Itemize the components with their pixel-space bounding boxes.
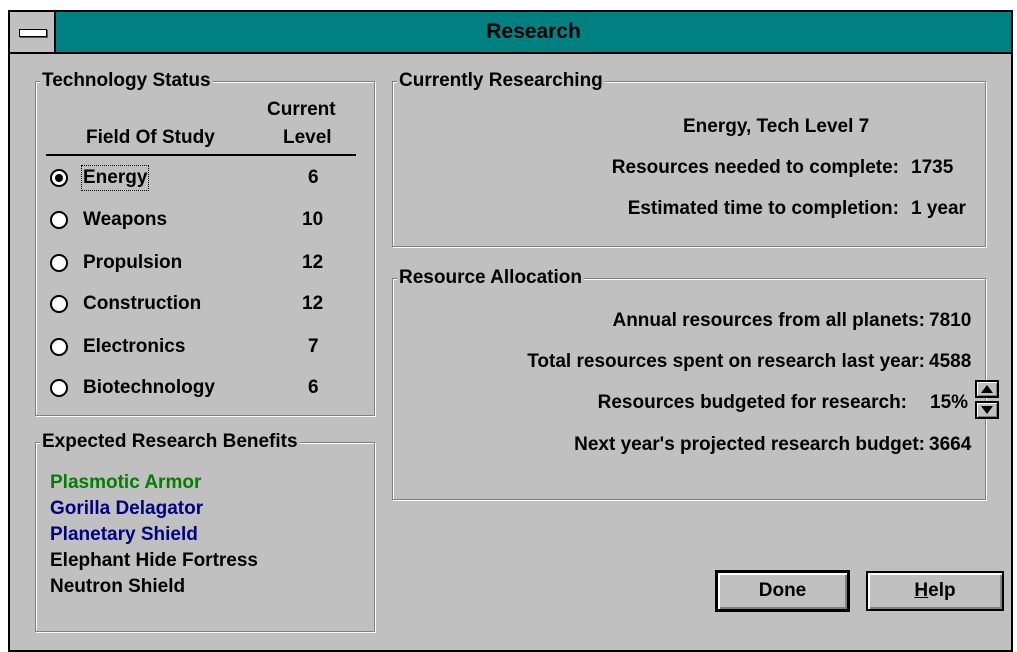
header-divider <box>46 154 356 156</box>
resources-needed-label: Resources needed to complete: <box>611 157 899 178</box>
projected-budget-label: Next year's projected research budget: <box>574 434 925 455</box>
budget-increase-button[interactable] <box>975 380 999 398</box>
help-button[interactable]: Help <box>866 571 1004 611</box>
arrow-down-icon <box>981 406 993 414</box>
budgeted-label: Resources budgeted for research: <box>597 392 907 413</box>
field-level-energy: 6 <box>308 167 319 188</box>
field-level-construction: 12 <box>302 293 324 314</box>
projected-budget-value: 3664 <box>929 434 972 455</box>
budget-decrease-button[interactable] <box>975 401 999 419</box>
radio-construction[interactable] <box>50 295 68 313</box>
done-button[interactable]: Done <box>715 570 850 612</box>
field-label-biotechnology: Biotechnology <box>83 377 215 398</box>
field-level-propulsion: 12 <box>302 252 324 273</box>
field-label-construction: Construction <box>83 293 202 314</box>
window-title: Research <box>486 20 581 43</box>
system-menu-button[interactable] <box>10 12 56 52</box>
field-of-study-header: Field Of Study <box>86 127 215 148</box>
help-label-rest: elp <box>928 580 956 601</box>
arrow-up-icon <box>981 385 993 393</box>
field-level-electronics: 7 <box>308 336 319 357</box>
radio-propulsion[interactable] <box>50 254 68 272</box>
estimated-time-label: Estimated time to completion: <box>627 198 899 219</box>
field-level-weapons: 10 <box>302 209 324 230</box>
title-bar: Research <box>10 12 1011 54</box>
field-row-energy[interactable]: Energy 6 <box>46 165 356 195</box>
estimated-time-value: 1 year <box>911 198 966 219</box>
current-level-header-line1: Current <box>267 99 336 120</box>
currently-researching-legend: Currently Researching <box>397 69 605 93</box>
spent-last-year-label: Total resources spent on research last y… <box>527 351 925 372</box>
benefit-item: Gorilla Delagator <box>50 498 204 519</box>
radio-electronics[interactable] <box>50 338 68 356</box>
field-row-propulsion[interactable]: Propulsion 12 <box>46 250 356 280</box>
budgeted-value: 15% <box>930 392 969 413</box>
field-row-biotechnology[interactable]: Biotechnology 6 <box>46 375 356 405</box>
annual-resources-label: Annual resources from all planets: <box>612 310 925 331</box>
resource-allocation-group: Resource Allocation Annual resources fro… <box>392 266 999 500</box>
resource-allocation-legend: Resource Allocation <box>397 266 585 290</box>
expected-benefits-legend: Expected Research Benefits <box>40 430 300 454</box>
field-label-weapons: Weapons <box>83 209 168 230</box>
research-window: Research Technology Status Current Field… <box>8 10 1013 652</box>
benefit-item: Plasmotic Armor <box>50 472 202 493</box>
radio-energy[interactable] <box>50 169 68 187</box>
field-label-energy: Energy <box>80 165 150 191</box>
field-row-electronics[interactable]: Electronics 7 <box>46 334 356 364</box>
field-label-electronics: Electronics <box>83 336 186 357</box>
technology-status-group: Technology Status Current Field Of Study… <box>35 69 375 416</box>
field-level-biotechnology: 6 <box>308 377 319 398</box>
benefit-item: Elephant Hide Fortress <box>50 550 258 571</box>
system-menu-icon <box>19 29 47 37</box>
field-row-construction[interactable]: Construction 12 <box>46 291 356 321</box>
benefit-item: Planetary Shield <box>50 524 198 545</box>
currently-researching-group: Currently Researching Energy, Tech Level… <box>392 69 986 247</box>
resources-needed-value: 1735 <box>911 157 954 178</box>
field-label-propulsion: Propulsion <box>83 252 183 273</box>
current-research-summary: Energy, Tech Level 7 <box>683 116 870 137</box>
radio-weapons[interactable] <box>50 211 68 229</box>
current-level-header-line2: Level <box>283 127 332 148</box>
spent-last-year-value: 4588 <box>929 351 972 372</box>
expected-benefits-group: Expected Research Benefits Plasmotic Arm… <box>35 430 375 632</box>
radio-biotechnology[interactable] <box>50 379 68 397</box>
help-accelerator: H <box>914 580 929 601</box>
field-row-weapons[interactable]: Weapons 10 <box>46 207 356 237</box>
annual-resources-value: 7810 <box>929 310 972 331</box>
technology-status-legend: Technology Status <box>40 69 213 93</box>
benefit-item: Neutron Shield <box>50 576 186 597</box>
